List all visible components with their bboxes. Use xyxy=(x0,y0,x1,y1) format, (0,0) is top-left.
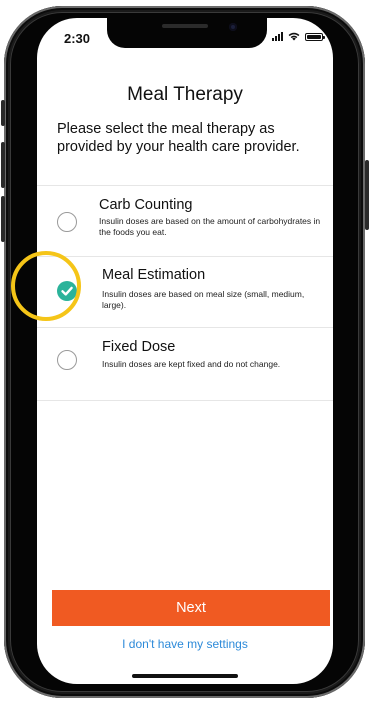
volume-down-button xyxy=(1,196,5,242)
speaker xyxy=(162,24,208,28)
status-time: 2:30 xyxy=(64,31,91,46)
signal-icon xyxy=(272,31,283,41)
volume-up-button xyxy=(1,142,5,188)
option-description: Insulin doses are kept fixed and do not … xyxy=(102,359,281,369)
home-indicator xyxy=(132,674,238,678)
option-title: Carb Counting xyxy=(99,197,193,213)
page-title: Meal Therapy xyxy=(127,84,243,105)
battery-icon xyxy=(305,33,325,41)
screen: 2:30 Meal Therapy Please select the meal… xyxy=(37,18,333,684)
instructions-text: Please select the meal therapy as provid… xyxy=(57,121,300,155)
no-settings-link[interactable]: I don't have my settings xyxy=(37,637,333,651)
option-description: Insulin doses are based on meal size (sm… xyxy=(102,289,305,310)
option-title: Fixed Dose xyxy=(102,339,176,355)
notch xyxy=(107,18,267,48)
meal-therapy-options: Carb Counting Insulin doses are based on… xyxy=(37,185,333,401)
wifi-icon xyxy=(288,32,300,41)
option-description: Insulin doses are based on the amount of… xyxy=(99,216,321,237)
radio-button[interactable] xyxy=(57,212,77,232)
option-meal-estimation[interactable]: Meal Estimation Insulin doses are based … xyxy=(37,256,333,327)
radio-button[interactable] xyxy=(57,350,77,370)
status-icons xyxy=(272,29,325,41)
power-button xyxy=(365,160,369,230)
next-button[interactable]: Next xyxy=(52,590,330,626)
option-carb-counting[interactable]: Carb Counting Insulin doses are based on… xyxy=(37,185,333,256)
camera xyxy=(229,23,237,31)
option-title: Meal Estimation xyxy=(102,267,206,283)
option-fixed-dose[interactable]: Fixed Dose Insulin doses are kept fixed … xyxy=(37,327,333,401)
radio-button-selected[interactable] xyxy=(57,281,77,301)
checkmark-icon xyxy=(61,286,73,296)
mute-switch xyxy=(1,100,5,126)
